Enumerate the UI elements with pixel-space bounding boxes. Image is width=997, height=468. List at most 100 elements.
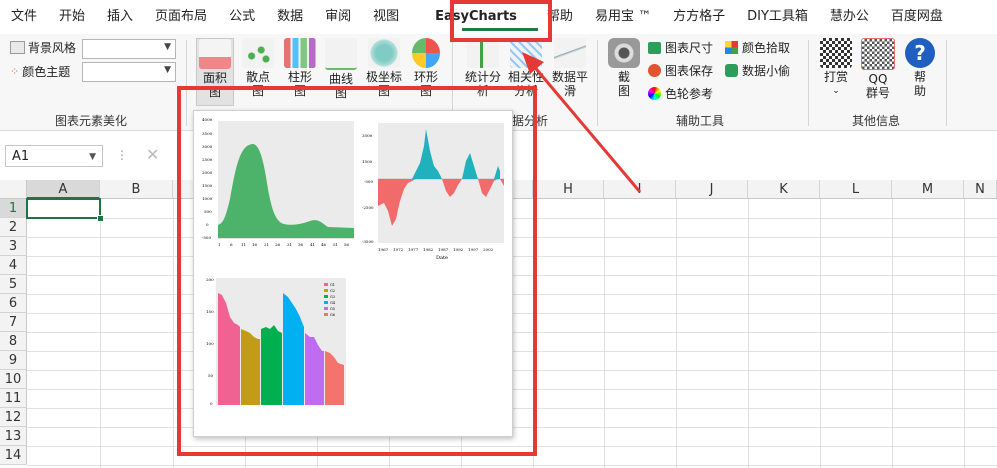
row-header-14[interactable]: 14	[0, 446, 27, 465]
column-header-n[interactable]: N	[964, 180, 997, 199]
row-header-8[interactable]: 8	[0, 332, 27, 351]
row-header-2[interactable]: 2	[0, 218, 27, 237]
color-grid-icon	[725, 41, 738, 54]
tab-yiyongbao[interactable]: 易用宝 ™	[584, 0, 662, 34]
tab-page-layout[interactable]: 页面布局	[144, 0, 218, 34]
color-wheel-button[interactable]: 色轮参考	[648, 85, 713, 102]
tab-view[interactable]: 视图	[362, 0, 410, 34]
screenshot-label-1: 截	[617, 70, 630, 84]
group-label-other: 其他信息	[852, 114, 901, 128]
row-header-11[interactable]: 11	[0, 389, 27, 408]
column-chart-icon	[284, 38, 316, 68]
correlation-icon	[510, 38, 542, 68]
help-label-2: 助	[913, 84, 926, 98]
column-gridline	[604, 199, 605, 468]
camera-icon	[608, 38, 640, 68]
tab-baidu-netdisk[interactable]: 百度网盘	[880, 0, 954, 34]
row-header-13[interactable]: 13	[0, 427, 27, 446]
column-header-b[interactable]: B	[100, 180, 173, 199]
help-button[interactable]: ? 帮 助	[902, 38, 938, 98]
column-header-a[interactable]: A	[27, 180, 100, 199]
row-header-1[interactable]: 1	[0, 199, 27, 218]
correlation-label-1: 相关性	[507, 70, 544, 84]
column-gridline	[964, 199, 965, 468]
column-chart-label-1: 柱形	[287, 70, 312, 84]
color-theme-select[interactable]: ▼	[82, 62, 176, 82]
color-wheel-label: 色轮参考	[665, 87, 714, 101]
color-theme-row: ⁘ 颜色主题	[10, 63, 70, 80]
tab-fangfang[interactable]: 方方格子	[662, 0, 736, 34]
row-header-10[interactable]: 10	[0, 370, 27, 389]
column-gridline	[100, 199, 101, 468]
row-header-7[interactable]: 7	[0, 313, 27, 332]
tab-formulas[interactable]: 公式	[218, 0, 266, 34]
qq-label-1: QQ	[868, 72, 888, 86]
color-theme-icon: ⁘	[10, 65, 20, 78]
chart-save-button[interactable]: 图表保存	[648, 62, 713, 79]
group-label-beautify: 图表元素美化	[55, 114, 128, 128]
screenshot-button[interactable]: 截 图	[606, 38, 642, 98]
tab-insert[interactable]: 插入	[96, 0, 144, 34]
more-icon: ⋮	[116, 148, 128, 162]
chart-size-button[interactable]: 图表尺寸	[648, 39, 713, 56]
smoothing-button[interactable]: 数据平 滑	[549, 38, 591, 98]
tab-review[interactable]: 审阅	[314, 0, 362, 34]
row-header-4[interactable]: 4	[0, 256, 27, 275]
column-header-l[interactable]: L	[820, 180, 892, 199]
tab-huibangong[interactable]: 慧办公	[819, 0, 880, 34]
column-header-i[interactable]: I	[604, 180, 676, 199]
tab-file[interactable]: 文件	[0, 0, 48, 34]
save-icon	[648, 64, 661, 77]
data-thief-button[interactable]: 数据小偷	[725, 62, 790, 79]
bg-style-select[interactable]: ▼	[82, 39, 176, 59]
qr-code-icon	[820, 38, 852, 68]
smoothing-label-2: 滑	[563, 84, 576, 98]
chevron-down-icon: ▼	[164, 42, 171, 52]
column-gridline	[820, 199, 821, 468]
column-gridline	[676, 199, 677, 468]
curve-chart-label-1: 曲线	[328, 72, 353, 86]
bg-style-row: 背景风格	[10, 39, 76, 56]
selected-cell-a1[interactable]	[26, 198, 101, 219]
statistics-icon	[467, 38, 499, 68]
name-box[interactable]: A1 ▼	[5, 145, 103, 167]
magnifier-icon	[725, 64, 738, 77]
highlight-box-chart-gallery	[177, 86, 537, 456]
group-separator	[808, 40, 809, 126]
help-label-1: 帮	[913, 70, 926, 84]
group-separator	[597, 40, 598, 126]
column-header-m[interactable]: M	[892, 180, 964, 199]
select-all-corner[interactable]	[0, 180, 27, 199]
chevron-down-icon: ▼	[164, 65, 171, 75]
cancel-icon[interactable]: ✕	[146, 145, 159, 164]
chevron-down-icon: ⌄	[832, 86, 840, 96]
row-header-6[interactable]: 6	[0, 294, 27, 313]
color-pick-button[interactable]: 颜色拾取	[725, 39, 790, 56]
qq-group-button[interactable]: QQ 群号	[860, 38, 896, 100]
reward-button[interactable]: 打赏 ⌄	[818, 38, 854, 98]
data-thief-label: 数据小偷	[742, 64, 791, 78]
group-separator	[946, 40, 947, 126]
smoothing-icon	[554, 38, 586, 68]
chart-save-label: 图表保存	[665, 64, 714, 78]
color-pick-label: 颜色拾取	[742, 41, 791, 55]
bg-style-icon	[10, 41, 25, 54]
column-header-k[interactable]: K	[748, 180, 820, 199]
image-icon	[648, 41, 661, 54]
screenshot-label-2: 图	[617, 84, 630, 98]
column-header-h[interactable]: H	[533, 180, 604, 199]
column-gridline	[892, 199, 893, 468]
group-label-aux: 辅助工具	[676, 114, 725, 128]
row-header-5[interactable]: 5	[0, 275, 27, 294]
tab-data[interactable]: 数据	[266, 0, 314, 34]
color-wheel-icon	[648, 87, 661, 100]
row-header-12[interactable]: 12	[0, 408, 27, 427]
row-header-3[interactable]: 3	[0, 237, 27, 256]
fill-handle[interactable]	[97, 215, 104, 222]
donut-chart-icon	[412, 38, 440, 68]
tab-home[interactable]: 开始	[48, 0, 96, 34]
row-header-9[interactable]: 9	[0, 351, 27, 370]
tab-diy-toolbox[interactable]: DIY工具箱	[736, 0, 819, 34]
scatter-chart-label-1: 散点	[245, 70, 270, 84]
column-header-j[interactable]: J	[676, 180, 748, 199]
